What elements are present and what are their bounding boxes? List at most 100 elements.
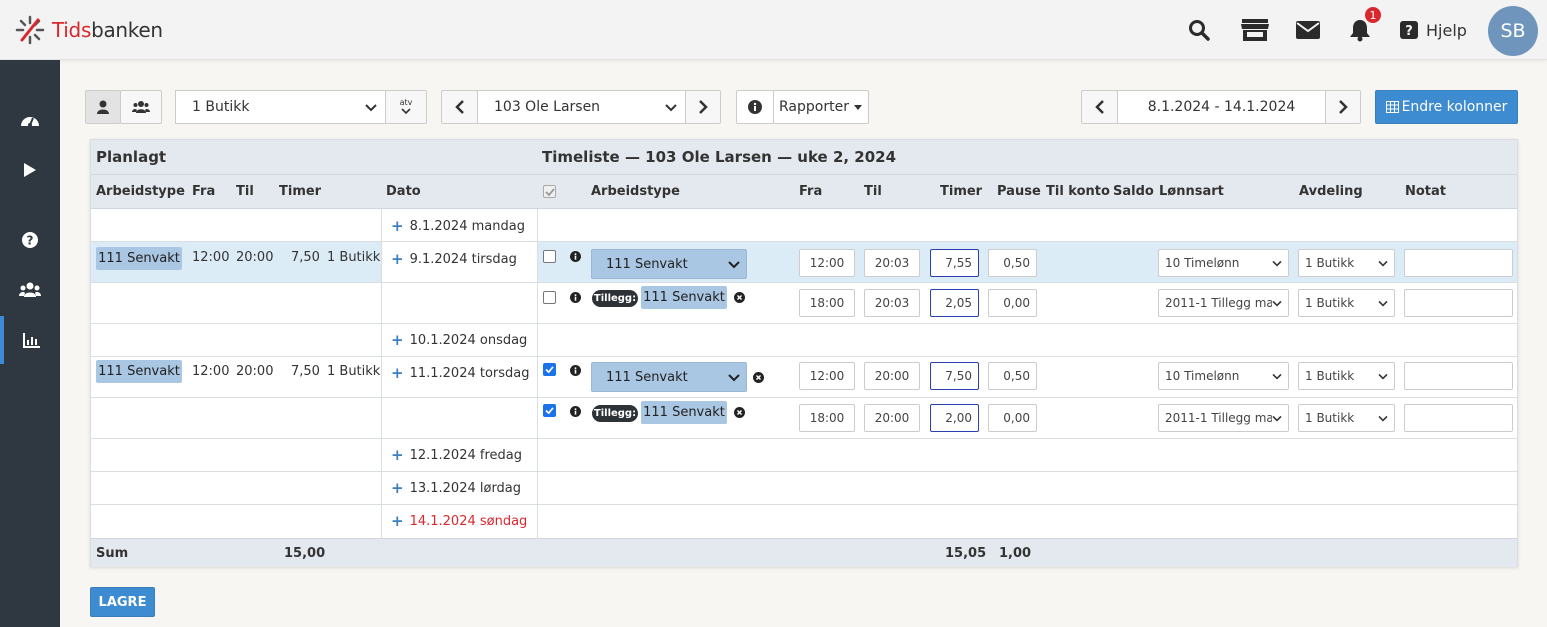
sum-hours: 15,05 [945, 546, 987, 561]
day-add-button[interactable]: +10.1.2024 onsdag [391, 331, 527, 349]
from-input[interactable]: 18:00 [799, 404, 855, 432]
previous-employee-button[interactable] [441, 90, 478, 124]
remove-circle-icon[interactable] [753, 372, 764, 383]
department-select[interactable]: 1 Butikk [1298, 249, 1395, 277]
column-divider [381, 209, 382, 539]
remove-circle-icon[interactable] [734, 407, 745, 418]
single-user-view-button[interactable] [85, 90, 121, 124]
save-button[interactable]: LAGRE [90, 587, 155, 617]
planned-hours: 7,50 [291, 250, 320, 265]
check-icon [544, 187, 555, 196]
department-select[interactable]: 1 Butikk [1298, 289, 1395, 317]
day-add-button[interactable]: +14.1.2024 søndag [391, 512, 527, 530]
users-icon [132, 101, 150, 113]
to-input[interactable]: 20:03 [864, 289, 920, 317]
day-add-button[interactable]: +12.1.2024 fredag [391, 446, 522, 464]
table-row: +8.1.2024 mandag [91, 209, 1517, 242]
pause-input[interactable]: 0,00 [988, 404, 1037, 432]
notification-bell-icon[interactable]: 1 [1345, 5, 1383, 45]
hours-input[interactable]: 7,55 [930, 249, 979, 277]
col-to-account: Til konto [1046, 184, 1110, 199]
wage-type-select[interactable]: 2011-1 Tillegg man [1158, 404, 1289, 432]
info-button[interactable] [736, 90, 774, 124]
avatar[interactable]: SB [1488, 6, 1538, 56]
date-range-value: 8.1.2024 - 14.1.2024 [1147, 99, 1296, 115]
mail-icon[interactable] [1293, 15, 1323, 45]
day-label-sunday: 14.1.2024 søndag [409, 513, 528, 529]
from-input[interactable]: 18:00 [799, 289, 855, 317]
from-input[interactable]: 12:00 [799, 249, 855, 277]
reports-dropdown-button[interactable]: Rapporter [773, 90, 869, 124]
entry-checkbox[interactable] [543, 363, 556, 376]
wage-type-select[interactable]: 2011-1 Tillegg man [1158, 289, 1289, 317]
group-view-button[interactable] [120, 90, 162, 124]
note-input[interactable] [1404, 362, 1513, 390]
date-range-field[interactable]: 8.1.2024 - 14.1.2024 [1117, 90, 1326, 124]
pause-input[interactable]: 0,00 [988, 289, 1037, 317]
question-icon: ? [1400, 21, 1418, 39]
to-input[interactable]: 20:03 [864, 249, 920, 277]
day-add-button[interactable]: +11.1.2024 torsdag [391, 364, 530, 382]
planned-from: 12:00 [192, 364, 230, 379]
to-input[interactable]: 20:00 [864, 362, 920, 390]
sidebar-item-play[interactable] [0, 146, 60, 194]
store-icon[interactable] [1240, 15, 1270, 45]
info-circle-icon[interactable] [570, 406, 581, 417]
day-label: 13.1.2024 lørdag [409, 480, 522, 496]
department-select[interactable]: 1 Butikk [1298, 404, 1395, 432]
worktype-select[interactable]: 111 Senvakt [591, 362, 747, 392]
day-add-button[interactable]: +9.1.2024 tirsdag [391, 250, 517, 268]
chevron-down-icon [665, 104, 677, 112]
worktype-select[interactable]: 111 Senvakt [591, 249, 747, 279]
hours-input[interactable]: 2,00 [930, 404, 979, 432]
department-select[interactable]: 1 Butikk [1298, 362, 1395, 390]
day-add-button[interactable]: +8.1.2024 mandag [391, 217, 525, 235]
entry-checkbox[interactable] [543, 404, 556, 417]
previous-week-button[interactable] [1081, 90, 1118, 124]
top-bar: Tidsbanken 1 ? Hjelp SB [0, 0, 1547, 60]
pause-input[interactable]: 0,50 [988, 249, 1037, 277]
sidebar-item-help[interactable]: ? [0, 216, 60, 264]
wage-type-select[interactable]: 10 Timelønn [1158, 249, 1289, 277]
note-input[interactable] [1404, 249, 1513, 277]
info-circle-icon[interactable] [570, 292, 581, 303]
help-link[interactable]: ? Hjelp [1400, 18, 1467, 42]
notification-badge: 1 [1363, 5, 1383, 25]
info-circle-icon[interactable] [570, 251, 581, 262]
sum-label: Sum [96, 546, 129, 561]
sidebar-item-employees[interactable] [0, 266, 60, 314]
chevron-down-icon [728, 374, 740, 382]
wage-type-select[interactable]: 10 Timelønn [1158, 362, 1289, 390]
help-label: Hjelp [1426, 20, 1467, 40]
sidebar-item-reports[interactable] [0, 316, 60, 364]
sidebar-item-dashboard[interactable] [0, 96, 60, 144]
next-week-button[interactable] [1325, 90, 1361, 124]
search-icon[interactable] [1184, 15, 1214, 45]
store-select[interactable]: 1 Butikk [175, 90, 386, 124]
from-input[interactable]: 12:00 [799, 362, 855, 390]
day-add-button[interactable]: +13.1.2024 lørdag [391, 479, 521, 497]
pause-input[interactable]: 0,50 [988, 362, 1037, 390]
hours-input[interactable]: 2,05 [930, 289, 979, 317]
col-worktype: Arbeidstype [591, 184, 680, 199]
to-input[interactable]: 20:00 [864, 404, 920, 432]
next-employee-button[interactable] [685, 90, 721, 124]
info-circle-icon[interactable] [570, 365, 581, 376]
table-row: 111 Senvakt 12:00 20:00 7,50 1 Butikk +9… [91, 242, 1517, 283]
table-row: 111 Senvakt 12:00 20:00 7,50 1 Butikk +1… [91, 357, 1517, 398]
users-icon [19, 282, 41, 297]
remove-circle-icon[interactable] [734, 292, 745, 303]
note-input[interactable] [1404, 289, 1513, 317]
entry-checkbox[interactable] [543, 291, 556, 304]
hours-input[interactable]: 7,50 [930, 362, 979, 390]
atv-sort-button[interactable]: atv [385, 90, 427, 124]
logo[interactable]: Tidsbanken [14, 14, 163, 46]
entry-checkbox[interactable] [543, 250, 556, 263]
question-circle-icon: ? [22, 232, 38, 248]
col-balance: Saldo [1113, 184, 1154, 199]
select-all-checkbox[interactable] [543, 185, 556, 198]
change-columns-button[interactable]: Endre kolonner [1375, 90, 1518, 124]
note-input[interactable] [1404, 404, 1513, 432]
table-row: +14.1.2024 søndag [91, 505, 1517, 538]
employee-select[interactable]: 103 Ole Larsen [477, 90, 686, 124]
